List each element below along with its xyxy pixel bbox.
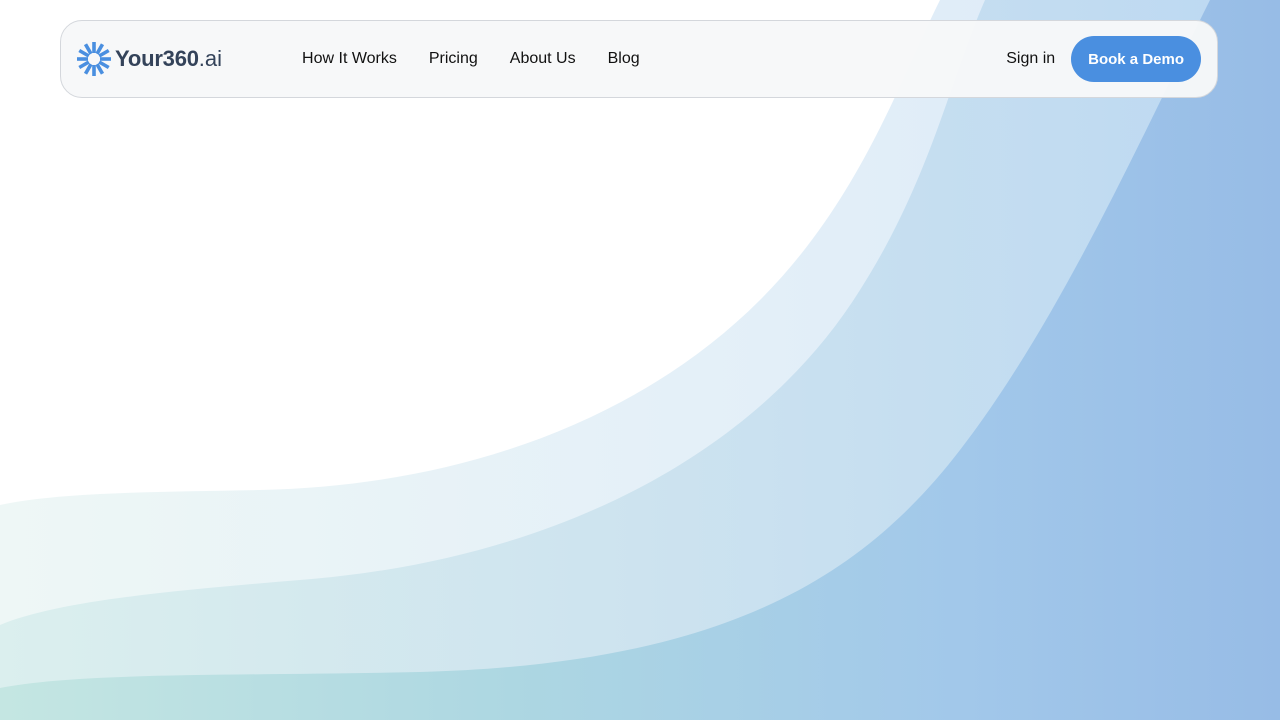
nav-actions: Sign in Book a Demo xyxy=(1006,36,1201,82)
book-demo-button[interactable]: Book a Demo xyxy=(1071,36,1201,82)
page: Your360 .ai How It Works Pricing About Us… xyxy=(0,0,1280,720)
brand-name: Your360 xyxy=(115,46,199,71)
top-navbar: Your360 .ai How It Works Pricing About Us… xyxy=(60,20,1218,98)
brand-suffix: .ai xyxy=(198,46,223,71)
nav-link-how-it-works[interactable]: How It Works xyxy=(302,51,397,67)
sign-in-link[interactable]: Sign in xyxy=(1006,50,1055,68)
starburst-logo-icon xyxy=(77,42,111,76)
brand-logo-link[interactable]: Your360 .ai xyxy=(76,41,222,77)
nav-link-pricing[interactable]: Pricing xyxy=(429,51,478,67)
primary-nav: How It Works Pricing About Us Blog xyxy=(302,51,672,67)
nav-link-about-us[interactable]: About Us xyxy=(510,51,576,67)
nav-link-blog[interactable]: Blog xyxy=(608,51,640,67)
hero-wave-background xyxy=(0,0,1280,720)
